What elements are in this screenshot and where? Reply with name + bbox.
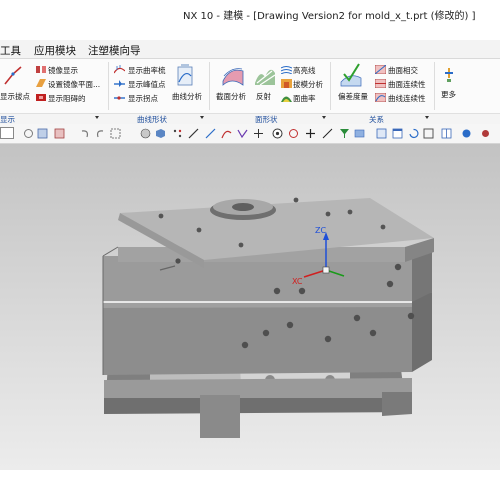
deviation-icon[interactable] — [340, 62, 362, 88]
chevron-down-icon[interactable] — [200, 116, 204, 119]
show-inflection-button[interactable]: 显示拐点 — [128, 93, 158, 104]
reflection-icon[interactable] — [254, 63, 276, 87]
ribbon-separator — [434, 62, 435, 110]
filter-icon[interactable] — [339, 128, 350, 139]
menu-item-applications[interactable]: 应用模块 — [34, 43, 76, 58]
curvature-comb-icon — [114, 65, 125, 74]
view-toolbar — [0, 124, 500, 144]
intersect-icon[interactable] — [237, 128, 248, 139]
face-curvature-icon — [281, 96, 292, 102]
axis-label-xc: XC — [292, 277, 303, 286]
surface-intersect-icon — [375, 65, 386, 74]
graphics-viewport[interactable]: ZC XC — [0, 144, 500, 470]
set-mirror-plane-button[interactable]: 设置镜像平面... — [48, 79, 100, 90]
curve-continuity-button[interactable]: 曲线连续性 — [388, 93, 426, 104]
menu-bar: 工具 应用模块 注塑模向导 — [0, 40, 500, 59]
menu-item-tools[interactable]: 工具 — [0, 43, 21, 58]
cube-icon[interactable] — [155, 128, 166, 139]
mold-model — [102, 197, 434, 438]
surface-intersect-button[interactable]: 曲面相交 — [388, 65, 418, 76]
reflection-button[interactable]: 反射 — [256, 91, 271, 102]
layout-icon[interactable] — [441, 128, 452, 139]
vertex-icon[interactable] — [172, 128, 183, 139]
curve-analysis-button[interactable]: 曲线分析 — [172, 91, 202, 102]
curve-continuity-icon — [375, 93, 386, 102]
axis-label-zc: ZC — [315, 226, 327, 235]
curve-analysis-icon[interactable] — [176, 64, 194, 88]
curve-icon[interactable] — [221, 128, 232, 139]
blocked-icon — [36, 94, 46, 101]
more-button[interactable]: 更多 — [441, 89, 456, 100]
chevron-down-icon[interactable] — [95, 116, 99, 119]
status-area — [0, 470, 500, 500]
more-icon[interactable] — [443, 66, 455, 84]
inflection-icon — [114, 96, 125, 100]
snap-icon[interactable] — [23, 128, 34, 139]
chevron-down-icon[interactable] — [322, 116, 326, 119]
section-analysis-icon[interactable] — [222, 63, 244, 87]
circle-point-icon[interactable] — [288, 128, 299, 139]
center-icon[interactable] — [272, 128, 283, 139]
ribbon-separator — [330, 62, 331, 110]
surface-continuity-button[interactable]: 曲面连续性 — [388, 79, 426, 90]
select-icon[interactable] — [54, 128, 65, 139]
plus-icon[interactable] — [305, 128, 316, 139]
show-blocked-button[interactable]: 显示阻碍的 — [48, 93, 86, 104]
box-select-icon[interactable] — [110, 128, 121, 139]
section-analysis-button[interactable]: 截面分析 — [216, 91, 246, 102]
window-icon[interactable] — [392, 128, 403, 139]
shaded-icon[interactable] — [140, 128, 151, 139]
ribbon-separator — [209, 62, 210, 110]
show-peak-points-button[interactable]: 显示峰值点 — [128, 79, 166, 90]
chevron-down-icon[interactable] — [425, 116, 429, 119]
line-icon[interactable] — [188, 128, 199, 139]
view-icon[interactable] — [376, 128, 387, 139]
window-title: NX 10 - 建模 - [Drawing Version2 for mold_… — [183, 11, 476, 22]
ribbon-group-bar: 显示 曲线形状 面形状 关系 — [0, 113, 500, 124]
refresh-icon[interactable] — [408, 128, 419, 139]
settings-icon[interactable] — [480, 128, 491, 139]
draft-analysis-button[interactable]: 拔模分析 — [293, 79, 323, 90]
ribbon-separator — [108, 62, 109, 110]
undo-icon[interactable] — [79, 128, 90, 139]
highlight-lines-button[interactable]: 高亮线 — [293, 65, 316, 76]
polyline-icon[interactable] — [3, 64, 23, 86]
surface-continuity-icon — [375, 79, 386, 88]
title-bar: NX 10 - 建模 - [Drawing Version2 for mold_… — [0, 0, 500, 26]
select-filter-icon[interactable] — [37, 128, 48, 139]
tangent-icon[interactable] — [322, 128, 333, 139]
color-icon[interactable] — [461, 128, 472, 139]
redo-icon[interactable] — [95, 128, 106, 139]
mirror-display-icon — [36, 66, 46, 73]
highlight-lines-icon — [281, 66, 292, 74]
layer-icon[interactable] — [354, 128, 365, 139]
midpoint-icon[interactable] — [253, 128, 264, 139]
face-curvature-button[interactable]: 面曲率 — [293, 93, 316, 104]
menu-item-mold-wizard[interactable]: 注塑模向导 — [88, 43, 141, 58]
frame-icon[interactable] — [423, 128, 434, 139]
mirror-display-button[interactable]: 镜像显示 — [48, 65, 78, 76]
peak-point-icon — [114, 80, 125, 87]
show-curvature-comb-button[interactable]: 显示曲率梳 — [128, 65, 166, 76]
edge-icon[interactable] — [205, 128, 216, 139]
show-draft-points-button[interactable]: 显示拔点 — [0, 91, 30, 102]
mirror-plane-icon — [36, 79, 46, 87]
deviation-gauge-button[interactable]: 偏差度量 — [338, 91, 368, 102]
draft-analysis-icon — [281, 79, 292, 88]
selection-dropdown[interactable] — [0, 127, 14, 139]
